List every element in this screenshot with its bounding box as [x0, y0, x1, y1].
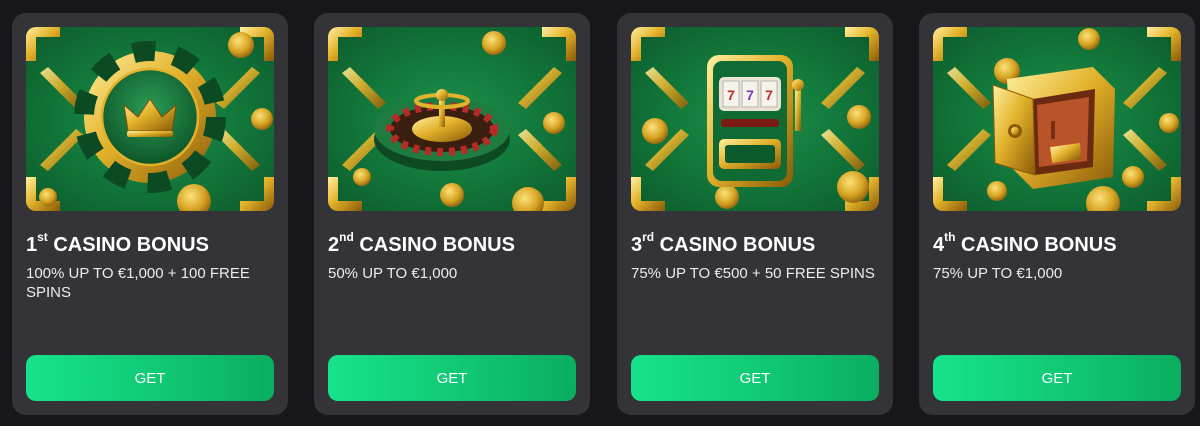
bonus-title: 2nd CASINO BONUS: [328, 230, 515, 256]
bonus-description: 75% UP TO €1,000: [933, 265, 1063, 282]
bonus-card-3: 7 7 7 3rd CASINO BONUS 75% UP TO €500 + …: [617, 13, 893, 415]
bonus-description: 75% UP TO €500 + 50 FREE SPINS: [631, 265, 875, 282]
get-bonus-button[interactable]: GET: [26, 355, 274, 401]
bonus-card-2: 2nd CASINO BONUS 50% UP TO €1,000 GET: [314, 13, 590, 415]
svg-text:7: 7: [765, 87, 773, 103]
get-bonus-button[interactable]: GET: [631, 355, 879, 401]
bonus-card-4: 4th CASINO BONUS 75% UP TO €1,000 GET: [919, 13, 1195, 415]
svg-text:7: 7: [727, 87, 735, 103]
gold-safe-illustration: [933, 27, 1181, 211]
bonus-card-row: 1st CASINO BONUS 100% UP TO €1,000 + 100…: [0, 0, 1200, 426]
bonus-description: 100% UP TO €1,000 + 100 FREE SPINS: [26, 265, 250, 301]
roulette-wheel-icon: [328, 27, 576, 211]
bonus-description: 50% UP TO €1,000: [328, 265, 458, 282]
poker-chip-crown-illustration: [26, 27, 274, 211]
bonus-title: 4th CASINO BONUS: [933, 230, 1117, 256]
slot-machine-illustration: 7 7 7: [631, 27, 879, 211]
bonus-title: 3rd CASINO BONUS: [631, 230, 816, 256]
bonus-card-1: 1st CASINO BONUS 100% UP TO €1,000 + 100…: [12, 13, 288, 415]
svg-text:7: 7: [746, 87, 754, 103]
get-bonus-button[interactable]: GET: [328, 355, 576, 401]
roulette-wheel-illustration: [328, 27, 576, 211]
gold-safe-icon: [933, 27, 1181, 211]
get-bonus-button[interactable]: GET: [933, 355, 1181, 401]
bonus-title: 1st CASINO BONUS: [26, 230, 209, 256]
poker-chip-crown-icon: [26, 27, 274, 211]
slot-machine-icon: 7 7 7: [631, 27, 879, 211]
